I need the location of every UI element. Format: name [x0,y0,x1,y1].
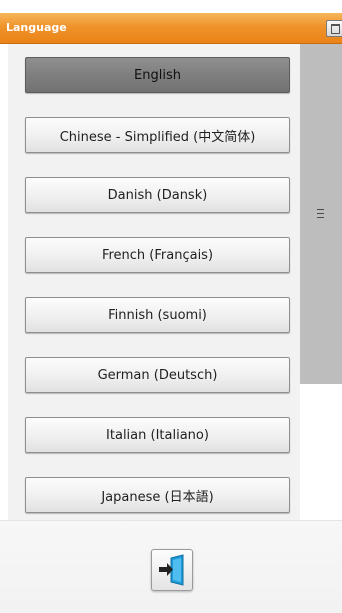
window-title: Language [6,21,67,34]
language-option-chinese-simplified[interactable]: Chinese - Simplified (中文简体) [25,117,290,153]
language-option-label: Chinese - Simplified (中文简体) [59,129,256,145]
exit-door-icon [159,554,184,586]
scrollbar-track[interactable] [300,44,342,520]
language-option-english[interactable]: English [25,57,290,93]
language-option-finnish[interactable]: Finnish (suomi) [25,297,290,333]
language-option-label: Danish (Dansk) [107,187,208,203]
language-dialog: Language English Chinese - Simplified (中… [0,0,342,613]
restore-window-icon[interactable] [326,20,342,37]
language-option-label: Japanese (日本語) [101,489,214,505]
exit-button[interactable] [151,549,193,591]
language-option-label: German (Deutsch) [97,367,218,383]
language-option-label: Italian (Italiano) [106,427,209,443]
language-option-danish[interactable]: Danish (Dansk) [25,177,290,213]
language-list: English Chinese - Simplified (中文简体) Dani… [8,44,300,520]
title-bar: Language [0,13,342,44]
language-option-label: French (Français) [101,247,214,263]
language-option-label: Finnish (suomi) [108,307,207,323]
language-option-german[interactable]: German (Deutsch) [25,357,290,393]
restore-glyph [331,24,340,34]
scrollbar-thumb[interactable] [300,44,342,384]
language-option-label: English [134,67,181,83]
scroll-grip-icon [317,209,324,218]
language-option-french[interactable]: French (Français) [25,237,290,273]
language-option-japanese[interactable]: Japanese (日本語) [25,477,290,513]
language-option-italian[interactable]: Italian (Italiano) [25,417,290,453]
